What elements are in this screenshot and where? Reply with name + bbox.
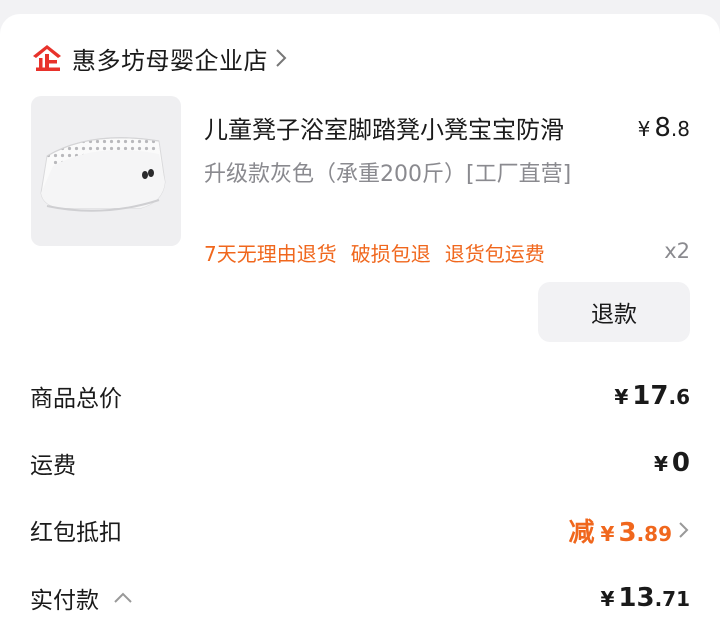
shop-logo-icon	[33, 45, 61, 71]
coupon-row[interactable]: 红包抵扣 减 ¥ 3 .89	[30, 510, 690, 550]
value-integer: 0	[671, 448, 690, 478]
value-integer: 13	[618, 583, 655, 613]
service-tags: 7天无理由退货 破损包退 退货包运费	[204, 238, 559, 267]
paid-value: ¥ 13 .71	[600, 583, 690, 613]
unit-price: ¥ 8 .8	[638, 113, 690, 143]
discount-prefix: 减	[568, 517, 595, 548]
currency-symbol: ¥	[600, 521, 615, 546]
value-decimal: .6	[668, 385, 690, 409]
value-integer: 3	[618, 517, 637, 548]
paid-label-group[interactable]: 实付款	[30, 581, 133, 615]
value-integer: 17	[632, 381, 669, 411]
shop-name: 惠多坊母婴企业店	[72, 46, 268, 75]
price-decimal: .8	[670, 117, 690, 141]
coupon-label: 红包抵扣	[30, 520, 122, 546]
value-decimal: .89	[636, 521, 672, 546]
shipping-value: ¥ 0	[654, 448, 690, 478]
service-tag: 7天无理由退货	[204, 242, 337, 266]
product-spec: 升级款灰色（承重200斤）[工厂直营]	[204, 162, 572, 187]
currency-symbol: ¥	[653, 452, 668, 476]
product-title[interactable]: 儿童凳子浴室脚踏凳小凳宝宝防滑	[204, 110, 564, 145]
goods-total-label: 商品总价	[30, 386, 122, 412]
refund-button[interactable]: 退款	[538, 282, 690, 342]
currency-symbol: ¥	[637, 117, 651, 141]
goods-total-row: 商品总价 ¥ 17 .6	[30, 376, 690, 416]
shop-header[interactable]: 惠多坊母婴企业店	[30, 40, 288, 76]
coupon-value[interactable]: 减 ¥ 3 .89	[569, 512, 690, 549]
chevron-right-icon	[679, 522, 689, 538]
currency-symbol: ¥	[614, 385, 629, 409]
order-card: 惠多坊母婴企业店 儿童凳子浴室脚踏凳小凳宝宝防滑 ¥ 8 .8 升级款灰色（承重…	[0, 14, 720, 641]
chevron-up-icon[interactable]	[113, 592, 133, 604]
price-integer: 8	[654, 113, 671, 143]
value-decimal: .71	[654, 587, 690, 611]
step-stool-photo	[40, 137, 166, 212]
paid-label: 实付款	[30, 588, 99, 614]
shipping-label: 运费	[30, 453, 76, 479]
product-image[interactable]	[31, 96, 181, 246]
paid-row: 实付款 ¥ 13 .71	[30, 578, 690, 618]
goods-total-value: ¥ 17 .6	[614, 381, 690, 411]
currency-symbol: ¥	[600, 587, 615, 611]
service-tag: 退货包运费	[444, 242, 545, 266]
quantity: x2	[664, 239, 690, 263]
service-tag: 破损包退	[350, 242, 431, 266]
shipping-row: 运费 ¥ 0	[30, 443, 690, 483]
chevron-right-icon	[276, 49, 287, 67]
